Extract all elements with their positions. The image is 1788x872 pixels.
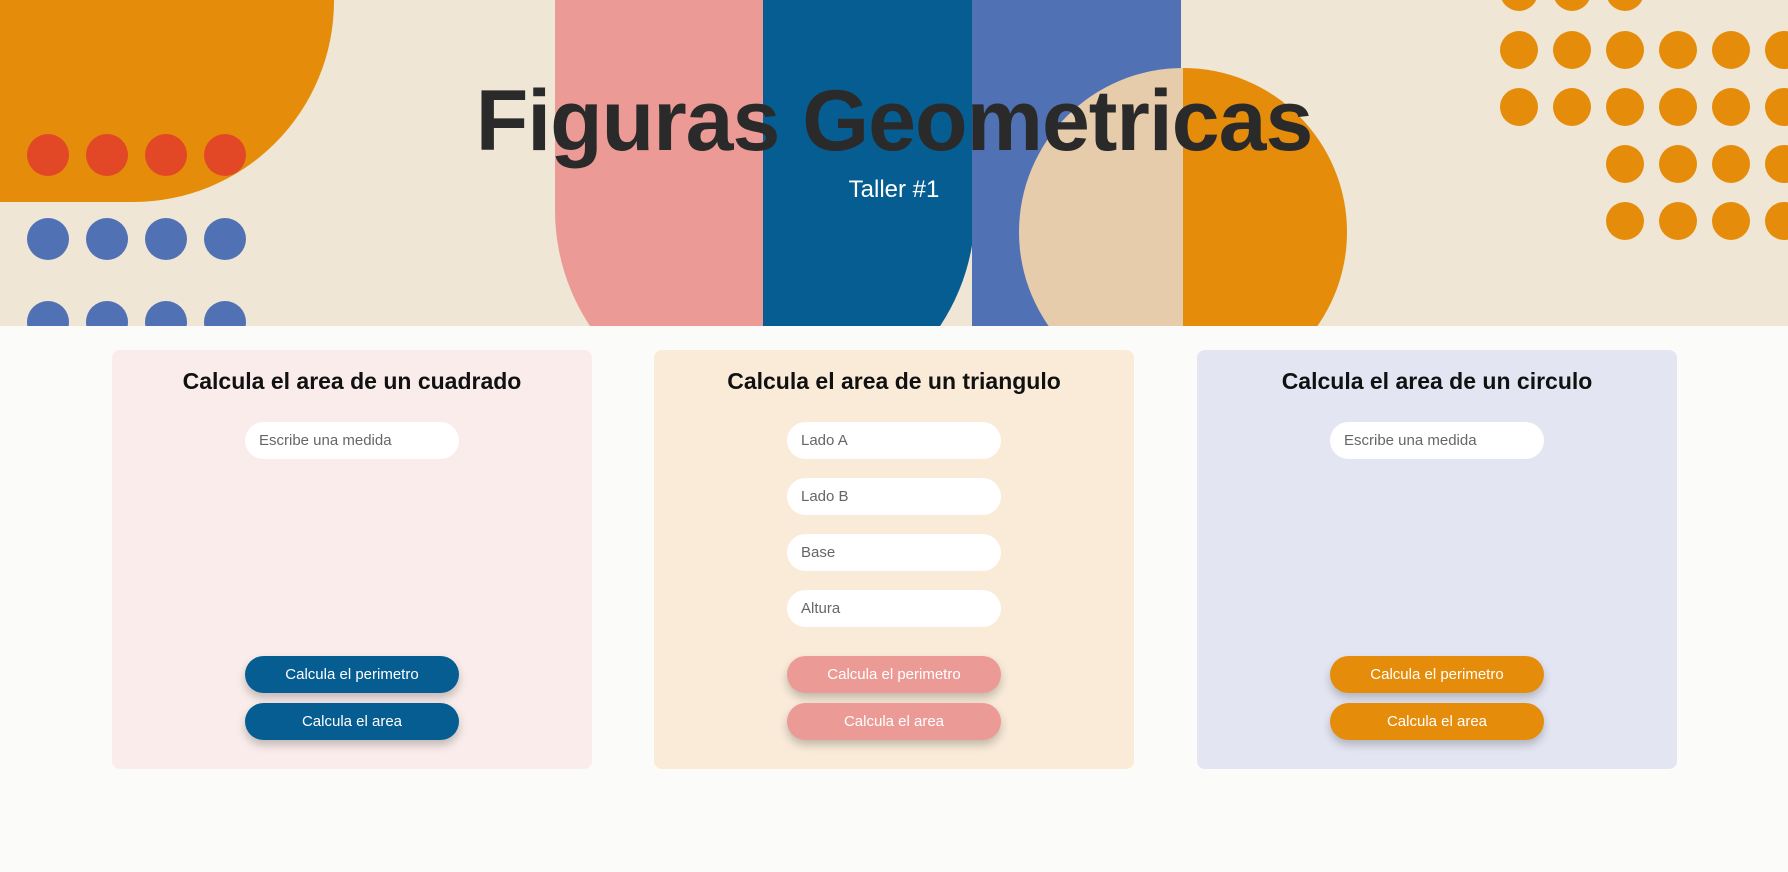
triangle-side-b-input[interactable] [787, 478, 1001, 515]
decorative-orange-dot [1659, 31, 1697, 69]
hero-heading: Figuras Geometricas Taller #1 [0, 76, 1788, 204]
decorative-blue-dot [204, 301, 246, 326]
square-card-title: Calcula el area de un cuadrado [182, 368, 522, 394]
decorative-orange-dot [1606, 202, 1644, 240]
decorative-orange-dot [1553, 0, 1591, 11]
decorative-blue-dot [27, 301, 69, 326]
circle-card-title: Calcula el area de un circulo [1281, 368, 1593, 394]
hero-banner: Figuras Geometricas Taller #1 [0, 0, 1788, 326]
square-area-button[interactable]: Calcula el area [245, 703, 459, 740]
decorative-orange-dot [1765, 31, 1788, 69]
decorative-orange-dot [1606, 31, 1644, 69]
decorative-blue-dot [86, 218, 128, 260]
decorative-blue-dot [204, 218, 246, 260]
decorative-orange-dot [1606, 0, 1644, 11]
decorative-orange-dot [1712, 31, 1750, 69]
square-perimeter-button[interactable]: Calcula el perimetro [245, 656, 459, 693]
decorative-orange-dot [1659, 202, 1697, 240]
square-card: Calcula el area de un cuadrado Calcula e… [112, 350, 592, 769]
circle-radius-input[interactable] [1330, 422, 1544, 459]
page-subtitle: Taller #1 [848, 176, 940, 203]
decorative-blue-dot [145, 301, 187, 326]
decorative-orange-dot [1712, 202, 1750, 240]
triangle-base-input[interactable] [787, 534, 1001, 571]
decorative-blue-dot [27, 218, 69, 260]
decorative-orange-dot [1765, 202, 1788, 240]
decorative-orange-dot [1500, 31, 1538, 69]
page-title: Figuras Geometricas [475, 73, 1314, 169]
square-side-input[interactable] [245, 422, 459, 459]
circle-perimeter-button[interactable]: Calcula el perimetro [1330, 656, 1544, 693]
triangle-card-title: Calcula el area de un triangulo [727, 368, 1061, 394]
triangle-area-button[interactable]: Calcula el area [787, 703, 1001, 740]
triangle-side-a-input[interactable] [787, 422, 1001, 459]
decorative-orange-dot [1500, 0, 1538, 11]
triangle-height-input[interactable] [787, 590, 1001, 627]
triangle-card: Calcula el area de un triangulo Calcula … [654, 350, 1134, 769]
circle-card: Calcula el area de un circulo Calcula el… [1197, 350, 1677, 769]
circle-area-button[interactable]: Calcula el area [1330, 703, 1544, 740]
decorative-blue-dot [145, 218, 187, 260]
decorative-orange-dot [1553, 31, 1591, 69]
decorative-blue-dot [86, 301, 128, 326]
triangle-perimeter-button[interactable]: Calcula el perimetro [787, 656, 1001, 693]
